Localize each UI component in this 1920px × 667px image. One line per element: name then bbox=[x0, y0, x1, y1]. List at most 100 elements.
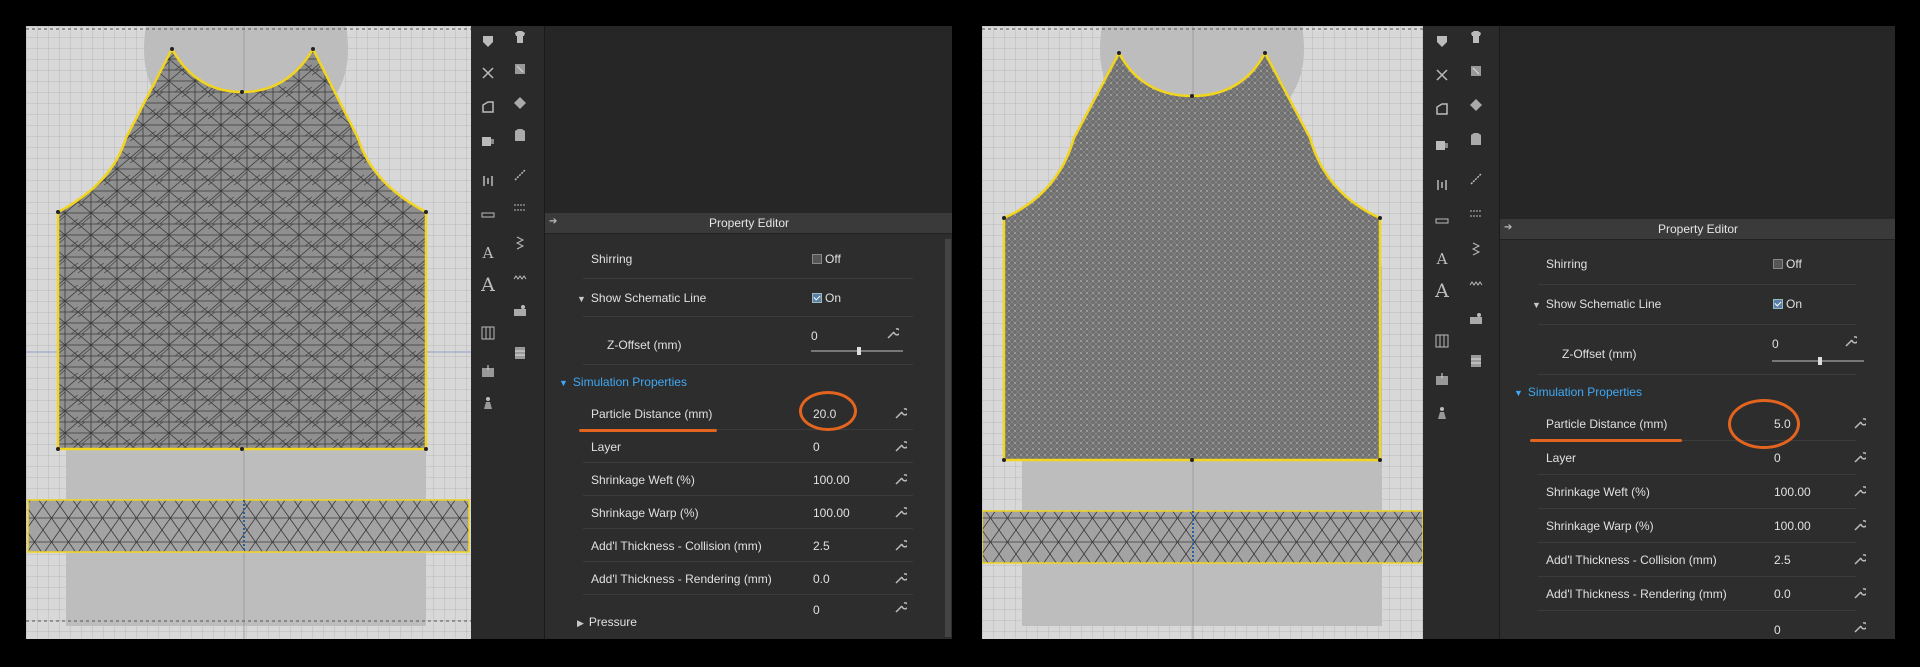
wrench-icon[interactable] bbox=[895, 407, 907, 419]
shirt-icon[interactable] bbox=[1465, 28, 1487, 46]
shirt-pattern-icon[interactable] bbox=[509, 60, 531, 78]
property-value[interactable]: 2.5 bbox=[813, 539, 830, 553]
schematic-label-group[interactable]: ▼ Show Schematic Line bbox=[577, 291, 706, 305]
text-icon[interactable]: A bbox=[477, 244, 499, 262]
fabric-icon[interactable] bbox=[477, 362, 499, 380]
sewing-machine-icon[interactable] bbox=[1465, 310, 1487, 328]
stitch-icon[interactable] bbox=[509, 234, 531, 252]
slider-knob[interactable] bbox=[857, 347, 861, 355]
property-value[interactable]: 100.00 bbox=[1774, 485, 1811, 499]
expand-triangle-icon[interactable]: ▶ bbox=[577, 618, 584, 629]
wrench-icon[interactable] bbox=[1854, 553, 1866, 565]
property-value[interactable]: 0 bbox=[1774, 451, 1781, 465]
shirt-pattern-icon[interactable] bbox=[1465, 62, 1487, 80]
checkbox-icon[interactable] bbox=[1773, 258, 1783, 269]
grid-icon[interactable] bbox=[1431, 332, 1453, 350]
dashed-line-icon[interactable] bbox=[1465, 204, 1487, 222]
avatar-icon[interactable] bbox=[477, 394, 499, 412]
wrench-icon[interactable] bbox=[1854, 417, 1866, 429]
schematic-label-group[interactable]: ▼ Show Schematic Line bbox=[1532, 297, 1661, 311]
expand-arrow-icon[interactable]: ➔ bbox=[1504, 222, 1512, 233]
button-icon[interactable] bbox=[509, 344, 531, 362]
simulation-properties-header[interactable]: ▼ Simulation Properties bbox=[545, 365, 952, 397]
font-icon[interactable]: A bbox=[477, 274, 499, 296]
property-value[interactable]: 100.00 bbox=[813, 473, 850, 487]
wrench-icon[interactable] bbox=[1854, 485, 1866, 497]
wrench-icon[interactable] bbox=[895, 572, 907, 584]
edit-curve-icon[interactable] bbox=[477, 98, 499, 116]
simulation-properties-header[interactable]: ▼ Simulation Properties bbox=[1500, 375, 1895, 407]
seam-length-icon[interactable] bbox=[1431, 176, 1453, 194]
texture-icon[interactable] bbox=[1465, 96, 1487, 114]
bodice-pattern-piece[interactable] bbox=[1002, 50, 1382, 462]
wrench-icon[interactable] bbox=[895, 440, 907, 452]
collapse-triangle-icon[interactable]: ▼ bbox=[1514, 388, 1523, 398]
slider-knob[interactable] bbox=[1818, 357, 1822, 365]
schematic-toggle[interactable]: On bbox=[1773, 297, 1802, 311]
pattern-canvas-right[interactable] bbox=[982, 26, 1423, 639]
grid-icon[interactable] bbox=[477, 324, 499, 342]
zigzag-icon[interactable] bbox=[1465, 276, 1487, 294]
bodice-pattern-piece[interactable] bbox=[56, 46, 428, 451]
schematic-toggle[interactable]: On bbox=[812, 291, 841, 305]
wrench-icon[interactable] bbox=[895, 506, 907, 518]
pattern-icon[interactable] bbox=[477, 32, 499, 50]
shirt-icon[interactable] bbox=[509, 28, 531, 46]
wrench-icon[interactable] bbox=[895, 539, 907, 551]
zoffset-slider[interactable] bbox=[1772, 357, 1864, 365]
sewing-machine-icon[interactable] bbox=[509, 302, 531, 320]
zoffset-slider[interactable] bbox=[811, 347, 903, 355]
wrench-icon[interactable] bbox=[1845, 335, 1857, 347]
waistband-pattern-piece[interactable] bbox=[982, 510, 1423, 564]
property-value[interactable]: 0.0 bbox=[1774, 587, 1791, 601]
wrench-icon[interactable] bbox=[1854, 621, 1866, 633]
pressure-label-group[interactable]: ▶ Pressure bbox=[577, 615, 637, 629]
line-tool-icon[interactable] bbox=[1465, 170, 1487, 188]
property-value[interactable]: 0 bbox=[1774, 623, 1781, 637]
pattern-window-2d[interactable] bbox=[26, 26, 471, 639]
checkbox-icon[interactable] bbox=[812, 253, 822, 264]
wrench-icon[interactable] bbox=[1854, 451, 1866, 463]
fabric-icon[interactable] bbox=[1431, 370, 1453, 388]
wrench-icon[interactable] bbox=[895, 601, 907, 613]
text-icon[interactable]: A bbox=[1431, 250, 1453, 268]
ruler-icon[interactable] bbox=[477, 206, 499, 224]
simulation-section-group[interactable]: ▼ Simulation Properties bbox=[1514, 385, 1642, 399]
seam-length-icon[interactable] bbox=[477, 172, 499, 190]
line-tool-icon[interactable] bbox=[509, 166, 531, 184]
garment-icon[interactable] bbox=[1465, 130, 1487, 148]
property-value[interactable]: 0 bbox=[813, 440, 820, 454]
checkbox-checked-icon[interactable] bbox=[1773, 298, 1783, 309]
shirring-toggle[interactable]: Off bbox=[1773, 257, 1802, 271]
cut-icon[interactable] bbox=[1431, 66, 1453, 84]
texture-icon[interactable] bbox=[509, 94, 531, 112]
property-value[interactable]: 100.00 bbox=[1774, 519, 1811, 533]
zoffset-value[interactable]: 0 bbox=[811, 329, 818, 343]
zigzag-icon[interactable] bbox=[509, 270, 531, 288]
ruler-icon[interactable] bbox=[1431, 212, 1453, 230]
property-value[interactable]: 0.0 bbox=[813, 572, 830, 586]
pattern-window-2d[interactable] bbox=[982, 26, 1423, 639]
wrench-icon[interactable] bbox=[895, 473, 907, 485]
collapse-triangle-icon[interactable]: ▼ bbox=[559, 378, 568, 388]
wrench-icon[interactable] bbox=[1854, 519, 1866, 531]
fold-icon[interactable] bbox=[477, 132, 499, 150]
pattern-icon[interactable] bbox=[1431, 32, 1453, 50]
property-value[interactable]: 2.5 bbox=[1774, 553, 1791, 567]
cut-icon[interactable] bbox=[477, 64, 499, 82]
avatar-icon[interactable] bbox=[1431, 404, 1453, 422]
stitch-icon[interactable] bbox=[1465, 240, 1487, 258]
edit-curve-icon[interactable] bbox=[1431, 100, 1453, 118]
checkbox-checked-icon[interactable] bbox=[812, 292, 822, 303]
font-icon[interactable]: A bbox=[1431, 280, 1453, 302]
simulation-section-group[interactable]: ▼ Simulation Properties bbox=[559, 375, 687, 389]
shirring-toggle[interactable]: Off bbox=[812, 252, 841, 266]
waistband-pattern-piece[interactable] bbox=[27, 499, 470, 553]
collapse-triangle-icon[interactable]: ▼ bbox=[577, 294, 586, 304]
button-icon[interactable] bbox=[1465, 352, 1487, 370]
zoffset-value[interactable]: 0 bbox=[1772, 337, 1779, 351]
pressure-value[interactable]: 0 bbox=[813, 603, 820, 617]
fold-icon[interactable] bbox=[1431, 136, 1453, 154]
collapse-triangle-icon[interactable]: ▼ bbox=[1532, 300, 1541, 310]
expand-arrow-icon[interactable]: ➔ bbox=[549, 216, 557, 227]
